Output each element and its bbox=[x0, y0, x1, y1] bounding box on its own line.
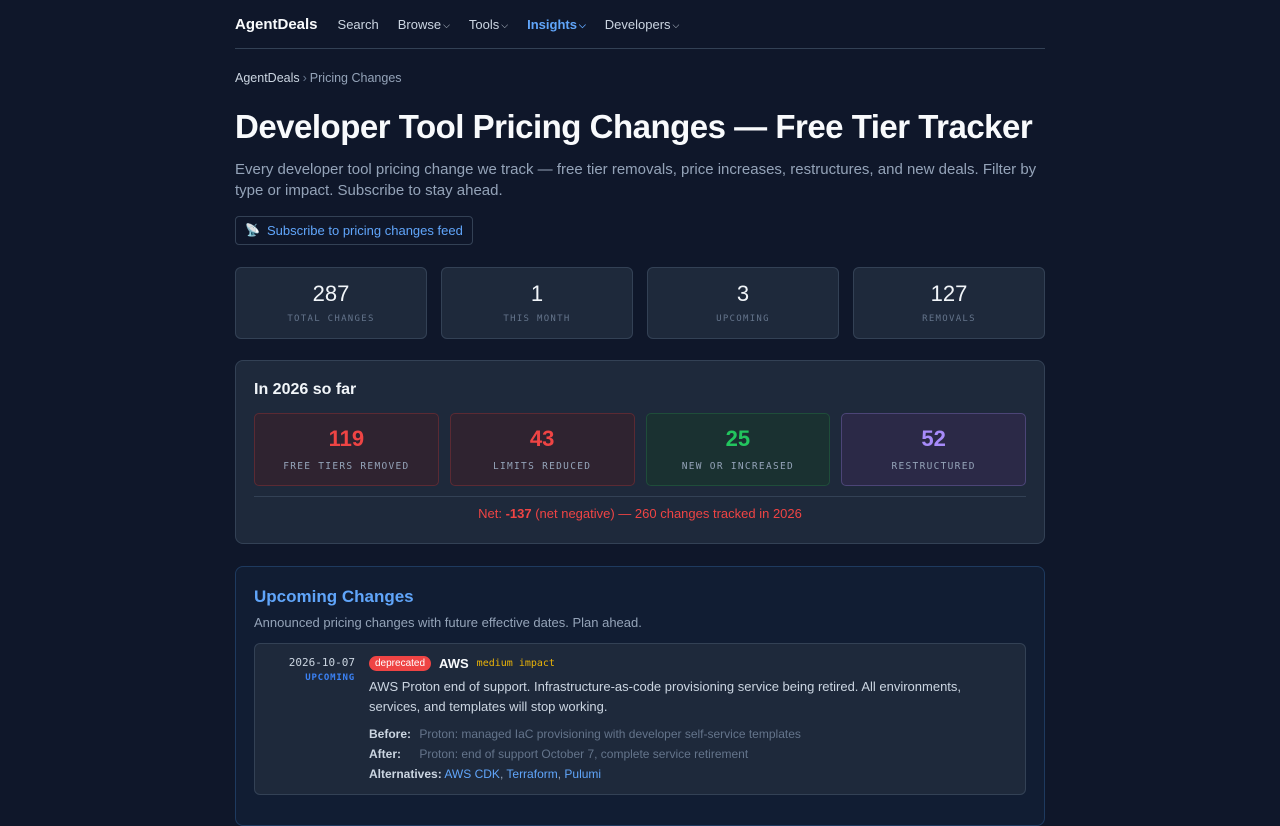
subscribe-label: Subscribe to pricing changes feed bbox=[266, 222, 463, 238]
nav-search-label: Search bbox=[337, 16, 379, 32]
stat-value: 3 bbox=[736, 281, 750, 307]
alternative-link-terraform[interactable]: Terraform bbox=[506, 767, 557, 781]
upcoming-subtitle: Announced pricing changes with future ef… bbox=[254, 614, 642, 630]
breadcrumb: AgentDeals › Pricing Changes bbox=[235, 71, 1045, 85]
page-container: AgentDeals Search Browse ⌵ Tools ⌵ Insight… bbox=[235, 0, 1045, 826]
summary-card-new-or-increased: 25 NEW OR INCREASED bbox=[645, 412, 831, 486]
stat-value: 287 bbox=[312, 281, 350, 307]
top-nav: AgentDeals Search Browse ⌵ Tools ⌵ Insight… bbox=[235, 0, 1045, 49]
alternative-link-pulumi[interactable]: Pulumi bbox=[564, 767, 601, 781]
before-value: Proton: managed IaC provisioning with de… bbox=[419, 726, 801, 741]
stat-label: TOTAL CHANGES bbox=[287, 314, 375, 325]
summary-card-limits-reduced: 43 LIMITS REDUCED bbox=[449, 412, 635, 486]
upcoming-title: Upcoming Changes bbox=[254, 586, 414, 606]
nav-browse[interactable]: Browse ⌵ bbox=[398, 17, 450, 32]
nav-tools[interactable]: Tools ⌵ bbox=[469, 17, 508, 32]
stat-card-upcoming: 3 UPCOMING bbox=[647, 266, 839, 339]
net-prefix: Net: bbox=[478, 505, 506, 521]
stat-label: REMOVALS bbox=[922, 314, 976, 325]
change-before: Before: Proton: managed IaC provisioning… bbox=[369, 724, 989, 744]
nav-browse-label: Browse bbox=[397, 16, 442, 32]
breadcrumb-separator: › bbox=[302, 71, 307, 85]
change-type-badge: deprecated bbox=[369, 655, 432, 671]
before-label: Before: bbox=[369, 726, 412, 741]
change-description: AWS Proton end of support. Infrastructur… bbox=[369, 678, 962, 714]
chevron-down-icon: ⌵ bbox=[672, 19, 680, 30]
stat-card-removals: 127 REMOVALS bbox=[853, 266, 1045, 339]
breadcrumb-current: Pricing Changes bbox=[309, 71, 402, 85]
summary-label: RESTRUCTURED bbox=[891, 461, 976, 473]
nav-developers-label: Developers bbox=[604, 16, 671, 32]
stat-card-this-month: 1 THIS MONTH bbox=[441, 266, 633, 339]
page-description: Every developer tool pricing change we t… bbox=[235, 160, 1037, 199]
change-alternatives: Alternatives: AWS CDK, Terraform, Pulumi bbox=[369, 766, 602, 781]
stat-value: 1 bbox=[530, 281, 544, 307]
change-status: UPCOMING bbox=[305, 672, 355, 683]
summary-label: LIMITS REDUCED bbox=[492, 461, 592, 473]
net-suffix: (net negative) — 260 changes tracked in … bbox=[531, 505, 802, 521]
nav-tools-label: Tools bbox=[468, 16, 500, 32]
stat-value: 127 bbox=[930, 281, 968, 307]
nav-search[interactable]: Search bbox=[338, 17, 379, 32]
stat-label: THIS MONTH bbox=[503, 314, 571, 325]
nav-insights[interactable]: Insights ⌵ bbox=[527, 17, 586, 32]
change-entry: 2026-10-07 UPCOMING deprecated AWS mediu… bbox=[254, 642, 1026, 795]
change-impact: medium impact bbox=[476, 657, 555, 669]
change-details: deprecated AWS medium impact AWS Proton … bbox=[369, 655, 989, 794]
net-summary: Net: -137 (net negative) — 260 changes t… bbox=[254, 495, 1026, 521]
summary-card-restructured: 52 RESTRUCTURED bbox=[841, 412, 1026, 486]
upcoming-changes-section: Upcoming Changes Announced pricing chang… bbox=[235, 565, 1045, 826]
satellite-antenna-icon: 📡 bbox=[245, 223, 260, 238]
breadcrumb-home-link[interactable]: AgentDeals bbox=[235, 71, 300, 85]
chevron-down-icon: ⌵ bbox=[501, 19, 509, 30]
change-date: 2026-10-07 bbox=[288, 655, 355, 669]
year-summary-cards: 119 FREE TIERS REMOVED 43 LIMITS REDUCED… bbox=[254, 412, 1026, 486]
chevron-down-icon: ⌵ bbox=[578, 19, 586, 30]
summary-label: FREE TIERS REMOVED bbox=[283, 461, 410, 473]
summary-value: 43 bbox=[529, 426, 555, 452]
net-value: -137 bbox=[505, 505, 532, 521]
summary-value: 52 bbox=[921, 426, 946, 452]
after-value: Proton: end of support October 7, comple… bbox=[419, 746, 749, 761]
nav-insights-label: Insights bbox=[527, 16, 577, 32]
year-summary-title: In 2026 so far bbox=[254, 380, 357, 398]
summary-label: NEW OR INCREASED bbox=[681, 461, 795, 473]
alternative-link-aws-cdk[interactable]: AWS CDK bbox=[444, 767, 500, 781]
subscribe-feed-button[interactable]: 📡 Subscribe to pricing changes feed bbox=[235, 215, 473, 245]
stat-label: UPCOMING bbox=[716, 314, 770, 325]
stat-card-total: 287 TOTAL CHANGES bbox=[235, 266, 427, 339]
chevron-down-icon: ⌵ bbox=[443, 19, 450, 30]
summary-value: 25 bbox=[725, 426, 751, 452]
change-after: After: Proton: end of support October 7,… bbox=[369, 744, 989, 764]
change-date-column: 2026-10-07 UPCOMING bbox=[255, 656, 355, 794]
after-label: After: bbox=[369, 746, 401, 761]
alternatives-label: Alternatives: bbox=[369, 766, 442, 781]
summary-value: 119 bbox=[328, 426, 365, 452]
change-header: deprecated AWS medium impact bbox=[369, 655, 989, 671]
change-before-after: Before: Proton: managed IaC provisioning… bbox=[369, 724, 989, 764]
year-summary-panel: In 2026 so far 119 FREE TIERS REMOVED 43… bbox=[235, 359, 1045, 544]
brand-logo[interactable]: AgentDeals bbox=[235, 16, 318, 33]
summary-card-free-tiers-removed: 119 FREE TIERS REMOVED bbox=[254, 412, 439, 486]
change-vendor[interactable]: AWS bbox=[439, 656, 469, 671]
page-title: Developer Tool Pricing Changes — Free Ti… bbox=[235, 108, 1033, 145]
nav-developers[interactable]: Developers ⌵ bbox=[605, 17, 680, 32]
stats-row: 287 TOTAL CHANGES 1 THIS MONTH 3 UPCOMIN… bbox=[235, 266, 1045, 339]
